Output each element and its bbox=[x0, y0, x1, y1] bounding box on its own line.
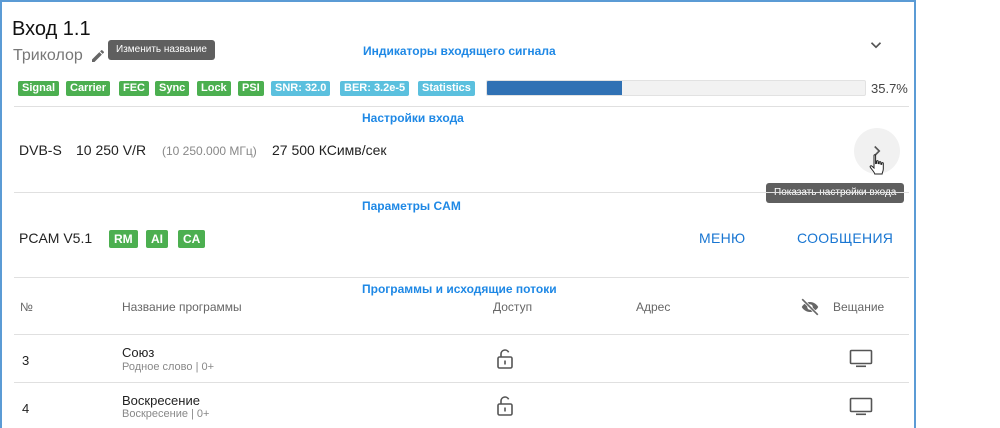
signal-badge-snr-32-0: SNR: 32.0 bbox=[271, 81, 331, 96]
row-program-sub: Родное слово | 0+ bbox=[122, 361, 215, 373]
row-num: 4 bbox=[22, 401, 30, 416]
signal-badge-carrier: Carrier bbox=[66, 81, 111, 96]
signal-progress-bar bbox=[486, 80, 866, 96]
unlock-icon[interactable] bbox=[496, 395, 514, 417]
show-settings-tooltip: Показать настройки входа bbox=[766, 183, 905, 203]
column-header-access: Доступ bbox=[493, 300, 533, 314]
cam-badge-ai: AI bbox=[146, 230, 168, 248]
annotation-signal-indicators: Индикаторы входящего сигнала bbox=[363, 44, 556, 58]
signal-badge-statistics[interactable]: Statistics bbox=[418, 81, 475, 96]
divider bbox=[14, 382, 909, 383]
divider bbox=[14, 106, 909, 107]
page-title: Вход 1.1 bbox=[12, 18, 91, 40]
column-header-broadcast: Вещание bbox=[833, 300, 885, 314]
column-header-address: Адрес bbox=[636, 300, 671, 314]
monitor-icon[interactable] bbox=[849, 397, 873, 417]
signal-progress-fill bbox=[487, 81, 622, 95]
monitor-icon[interactable] bbox=[849, 349, 873, 369]
input-frequency-mhz: (10 250.000 МГц) bbox=[162, 144, 257, 158]
signal-badge-lock: Lock bbox=[197, 81, 231, 96]
row-program-name: Воскресение bbox=[122, 393, 200, 408]
eye-off-icon[interactable] bbox=[798, 296, 822, 318]
cam-menu-button[interactable]: МЕНЮ bbox=[699, 230, 745, 246]
hand-cursor-icon bbox=[868, 153, 888, 177]
signal-badge-psi: PSI bbox=[238, 81, 264, 96]
divider bbox=[14, 334, 909, 335]
annotation-programs: Программы и исходящие потоки bbox=[362, 282, 557, 296]
signal-progress-value: 35.7% bbox=[871, 81, 908, 96]
pencil-icon[interactable] bbox=[90, 48, 106, 64]
divider bbox=[14, 277, 909, 278]
column-header-name[interactable]: Название программы bbox=[122, 300, 242, 314]
signal-badge-signal: Signal bbox=[18, 81, 60, 96]
signal-badge-sync: Sync bbox=[155, 81, 190, 96]
input-standard: DVB-S bbox=[19, 142, 62, 158]
input-symbol-rate: 27 500 КСимв/сек bbox=[272, 142, 387, 158]
row-program-name: Союз bbox=[122, 345, 155, 360]
row-program-sub: Воскресение | 0+ bbox=[122, 408, 210, 420]
cam-badge-rm: RM bbox=[109, 230, 138, 248]
unlock-icon[interactable] bbox=[496, 348, 514, 370]
cam-messages-button[interactable]: СООБЩЕНИЯ bbox=[797, 230, 893, 246]
cam-name: PCAM V5.1 bbox=[19, 230, 93, 246]
annotation-input-settings: Настройки входа bbox=[362, 111, 464, 125]
input-card: Вход 1.1 Триколор Изменить название Инди… bbox=[0, 0, 916, 428]
divider bbox=[14, 192, 909, 193]
input-subtitle[interactable]: Триколор bbox=[13, 47, 83, 65]
signal-badge-fec: FEC bbox=[119, 81, 149, 96]
rename-tooltip: Изменить название bbox=[108, 40, 215, 60]
chevron-down-icon[interactable] bbox=[867, 36, 885, 54]
annotation-cam-params: Параметры CAM bbox=[362, 199, 461, 213]
signal-badge-ber-3-2e-5: BER: 3.2e-5 bbox=[340, 81, 410, 96]
input-frequency: 10 250 V/R bbox=[76, 142, 147, 158]
column-header-num: № bbox=[20, 300, 33, 314]
cam-badge-ca: CA bbox=[178, 230, 206, 248]
row-num: 3 bbox=[22, 353, 30, 368]
